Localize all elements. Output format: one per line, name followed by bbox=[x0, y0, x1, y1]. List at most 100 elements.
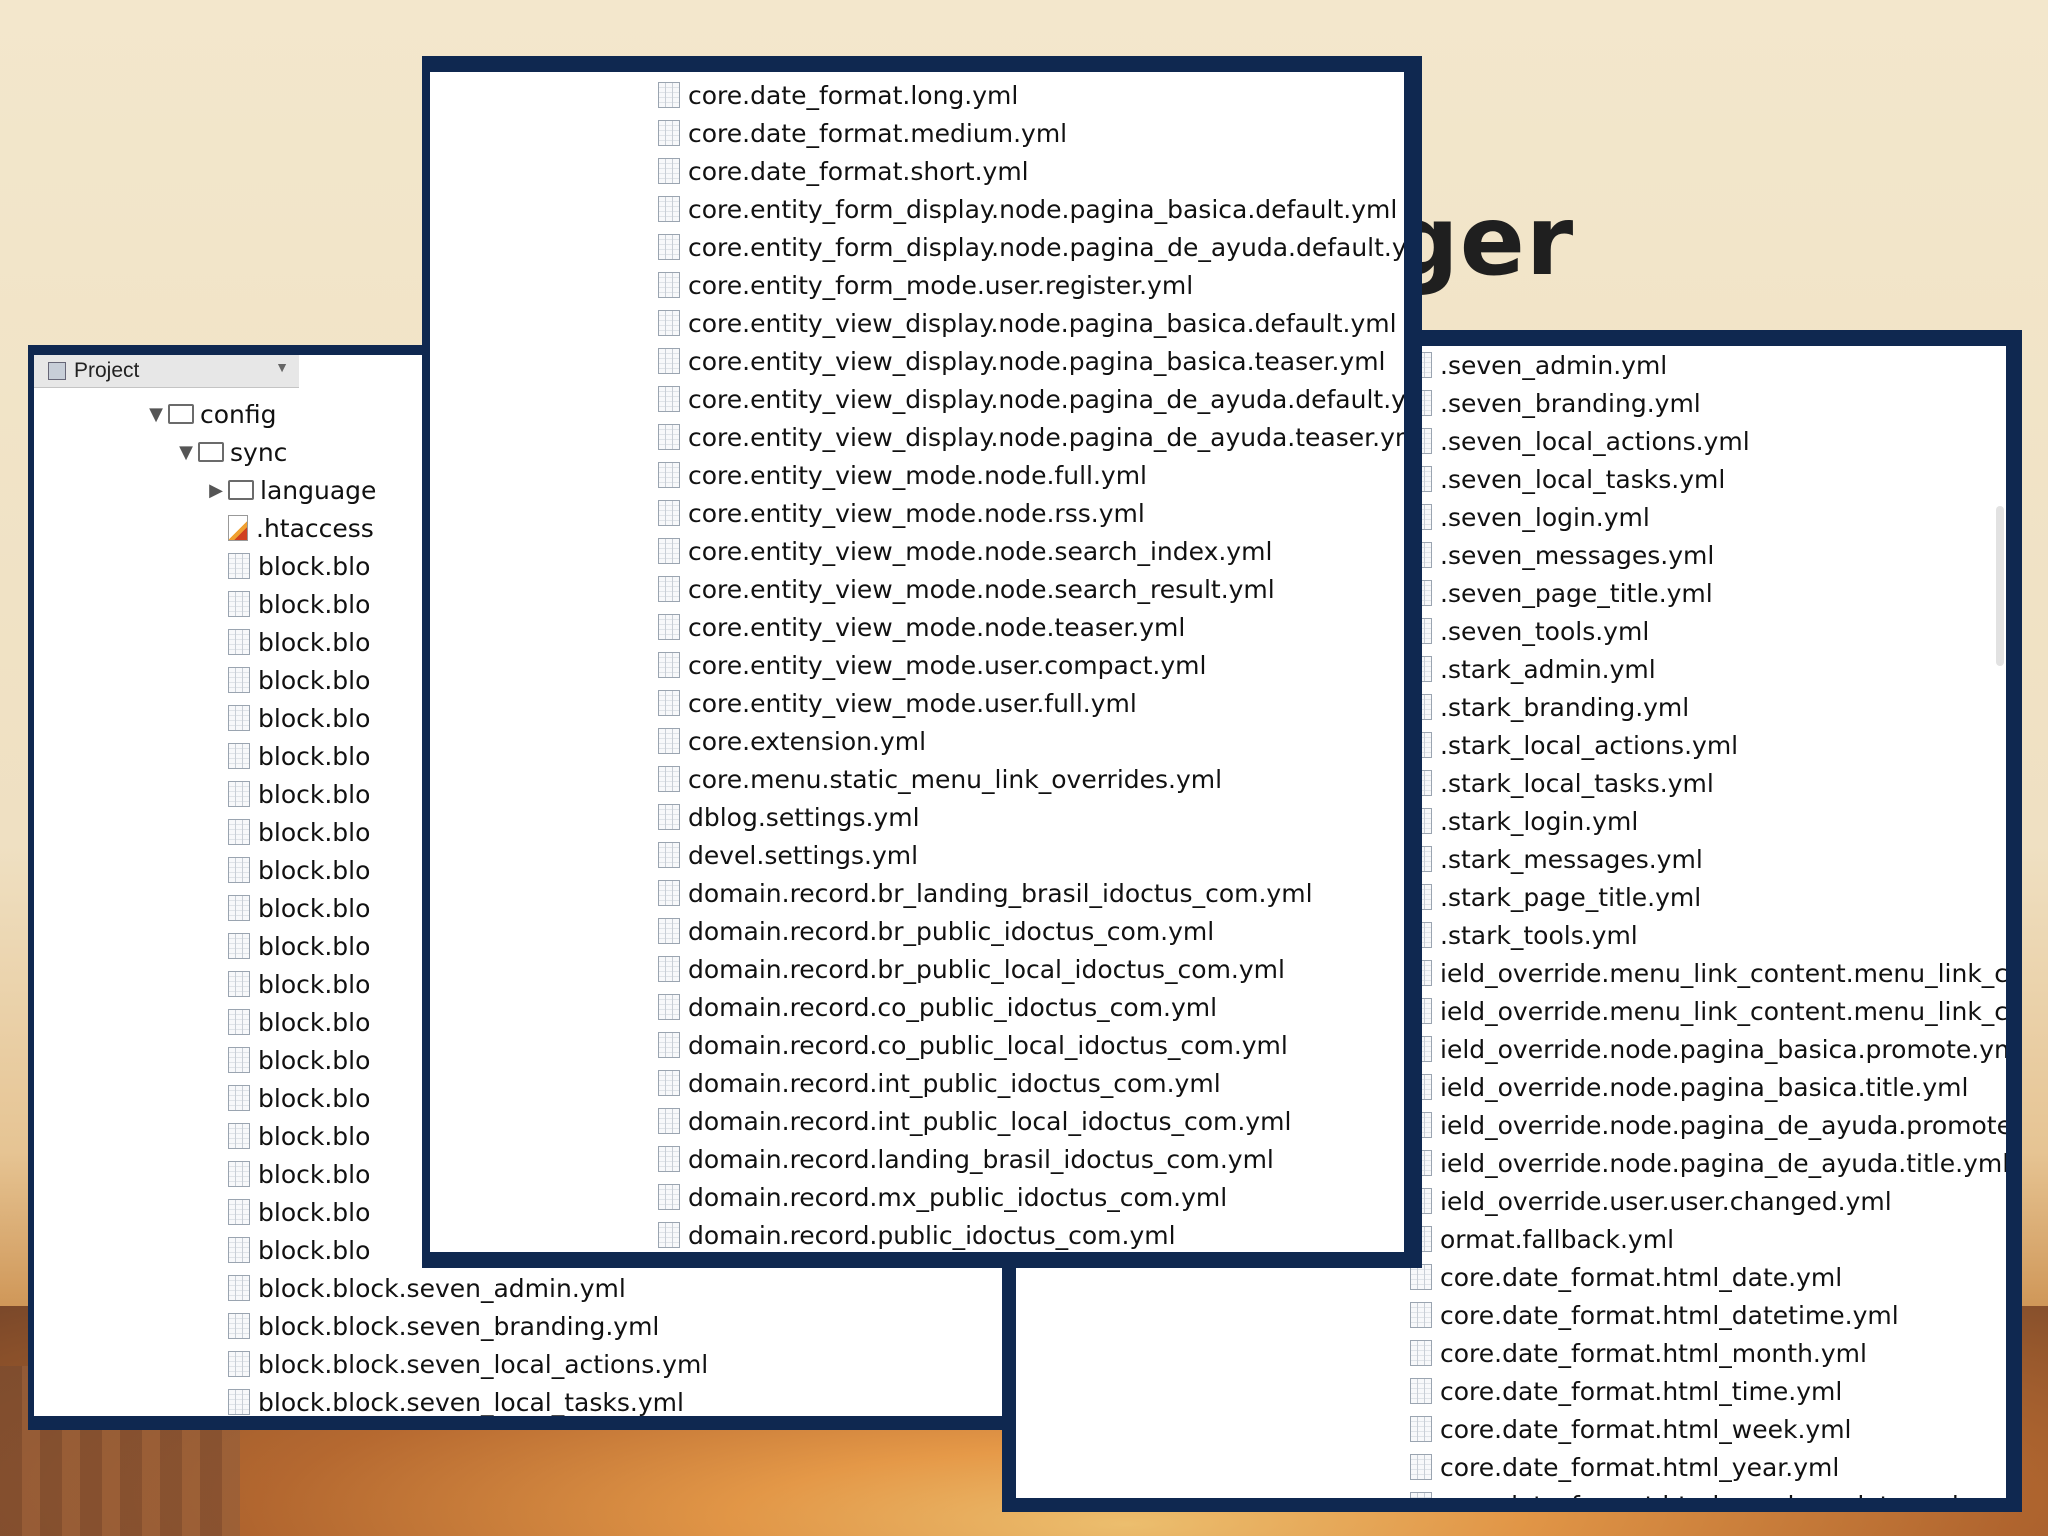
file-item[interactable]: core.date_format.html_week.yml bbox=[1410, 1410, 2006, 1448]
file-item[interactable]: .seven_page_title.yml bbox=[1410, 574, 2006, 612]
file-name: domain.record.co_public_local_idoctus_co… bbox=[688, 1030, 1288, 1060]
file-name: core.entity_view_display.node.pagina_bas… bbox=[688, 308, 1397, 338]
file-item[interactable]: core.entity_view_display.node.pagina_de_… bbox=[658, 380, 1422, 418]
file-item[interactable]: domain.record.int_public_local_idoctus_c… bbox=[658, 1102, 1404, 1140]
file-item[interactable]: core.extension.yml bbox=[658, 722, 1404, 760]
file-item[interactable]: core.entity_view_display.node.pagina_bas… bbox=[658, 342, 1404, 380]
file-name: .seven_local_actions.yml bbox=[1440, 426, 1750, 456]
file-item[interactable]: .stark_messages.yml bbox=[1410, 840, 2006, 878]
file-item[interactable]: ield_override.node.pagina_de_ayuda.title… bbox=[1410, 1144, 2006, 1182]
file-item[interactable]: .seven_local_actions.yml bbox=[1410, 422, 2006, 460]
file-item[interactable]: domain.record.public_idoctus_com.yml bbox=[658, 1216, 1404, 1252]
file-item[interactable]: .stark_tools.yml bbox=[1410, 916, 2006, 954]
file-item[interactable]: .stark_login.yml bbox=[1410, 802, 2006, 840]
file-list-right: .seven_admin.yml .seven_branding.yml .seve… bbox=[1410, 346, 2006, 1498]
file-item[interactable]: core.entity_view_display.node.pagina_de_… bbox=[658, 418, 1404, 456]
folder-icon bbox=[198, 442, 224, 462]
file-name: block.blo bbox=[258, 589, 371, 619]
file-item[interactable]: .stark_page_title.yml bbox=[1410, 878, 2006, 916]
file-item[interactable]: core.entity_form_display.node.pagina_bas… bbox=[658, 190, 1404, 228]
file-item[interactable]: block.block.seven_admin.yml bbox=[34, 1269, 708, 1307]
file-item[interactable]: core.date_format.html_datetime.yml bbox=[1410, 1296, 2006, 1334]
file-item[interactable]: .seven_login.yml bbox=[1410, 498, 2006, 536]
file-item[interactable]: devel.settings.yml bbox=[658, 836, 1404, 874]
file-item[interactable]: core.date_format.short.yml bbox=[658, 152, 1404, 190]
yml-file-icon bbox=[658, 804, 680, 830]
file-item[interactable]: core.entity_form_mode.user.register.yml bbox=[658, 266, 1404, 304]
file-item[interactable]: domain.record.int_public_idoctus_com.yml bbox=[658, 1064, 1404, 1102]
file-item[interactable]: .seven_local_tasks.yml bbox=[1410, 460, 2006, 498]
file-item[interactable]: domain.record.br_public_idoctus_com.yml bbox=[658, 912, 1404, 950]
file-item[interactable]: ield_override.node.pagina_basica.title.y… bbox=[1410, 1068, 2006, 1106]
chevron-down-icon[interactable]: ▼ bbox=[275, 359, 289, 375]
file-item[interactable]: block.block.seven_branding.yml bbox=[34, 1307, 708, 1345]
file-item[interactable]: .stark_branding.yml bbox=[1410, 688, 2006, 726]
file-item[interactable]: core.date_format.long.yml bbox=[658, 76, 1404, 114]
scrollbar-thumb[interactable] bbox=[1996, 506, 2004, 666]
file-item[interactable]: core.entity_view_display.node.pagina_bas… bbox=[658, 304, 1404, 342]
file-item[interactable]: ield_override.menu_link_content.menu_lin… bbox=[1410, 992, 2006, 1030]
yml-file-icon bbox=[1410, 1454, 1432, 1480]
file-item[interactable]: .seven_tools.yml bbox=[1410, 612, 2006, 650]
file-name: core.date_format.html_time.yml bbox=[1440, 1376, 1843, 1406]
file-item[interactable]: block.block.seven_local_actions.yml bbox=[34, 1345, 708, 1383]
file-name: block.blo bbox=[258, 1159, 371, 1189]
project-view-selector[interactable]: Project ▼ bbox=[34, 355, 299, 388]
file-item[interactable]: core.entity_view_mode.node.search_result… bbox=[658, 570, 1404, 608]
file-item[interactable]: domain.record.br_landing_brasil_idoctus_… bbox=[658, 874, 1404, 912]
file-name: .seven_messages.yml bbox=[1440, 540, 1715, 570]
file-item[interactable]: .seven_admin.yml bbox=[1410, 346, 2006, 384]
file-item[interactable]: dblog.settings.yml bbox=[658, 798, 1404, 836]
yml-file-icon bbox=[658, 918, 680, 944]
file-item[interactable]: core.menu.static_menu_link_overrides.yml bbox=[658, 760, 1404, 798]
file-item[interactable]: .stark_local_tasks.yml bbox=[1410, 764, 2006, 802]
file-item[interactable]: core.entity_view_mode.node.search_index.… bbox=[658, 532, 1404, 570]
file-item[interactable]: domain.record.co_public_local_idoctus_co… bbox=[658, 1026, 1404, 1064]
collapsed-arrow-icon[interactable]: ▶ bbox=[204, 480, 228, 501]
file-item[interactable]: core.entity_view_mode.node.teaser.yml bbox=[658, 608, 1404, 646]
file-name: core.entity_view_display.node.pagina_de_… bbox=[688, 384, 1422, 414]
file-item[interactable]: core.entity_view_mode.user.compact.yml bbox=[658, 646, 1404, 684]
file-item[interactable]: core.date_format.html_year.yml bbox=[1410, 1448, 2006, 1486]
yml-file-icon bbox=[658, 1222, 680, 1248]
file-name: core.entity_form_display.node.pagina_bas… bbox=[688, 194, 1398, 224]
file-item[interactable]: ormat.fallback.yml bbox=[1410, 1220, 2006, 1258]
yml-file-icon bbox=[1410, 1492, 1432, 1498]
yml-file-icon bbox=[228, 1199, 250, 1225]
config-file-list-panel-center: core.date_format.long.yml core.date_forma… bbox=[422, 56, 1422, 1268]
file-item[interactable]: core.date_format.html_month.yml bbox=[1410, 1334, 2006, 1372]
file-item[interactable]: ield_override.menu_link_content.menu_lin… bbox=[1410, 954, 2006, 992]
file-item[interactable]: core.entity_view_mode.node.rss.yml bbox=[658, 494, 1404, 532]
yml-file-icon bbox=[228, 667, 250, 693]
yml-file-icon bbox=[1410, 1378, 1432, 1404]
file-item[interactable]: core.entity_view_mode.user.full.yml bbox=[658, 684, 1404, 722]
file-name: core.entity_form_display.node.pagina_de_… bbox=[688, 232, 1422, 262]
file-item[interactable]: domain.record.mx_public_idoctus_com.yml bbox=[658, 1178, 1404, 1216]
yml-file-icon bbox=[228, 1161, 250, 1187]
file-item[interactable]: block.block.seven_local_tasks.yml bbox=[34, 1383, 708, 1416]
file-item[interactable]: domain.record.co_public_idoctus_com.yml bbox=[658, 988, 1404, 1026]
file-name: core.entity_view_mode.node.full.yml bbox=[688, 460, 1147, 490]
expanded-arrow-icon[interactable]: ▼ bbox=[144, 404, 168, 425]
file-item[interactable]: core.date_format.html_date.yml bbox=[1410, 1258, 2006, 1296]
file-item[interactable]: ield_override.user.user.changed.yml bbox=[1410, 1182, 2006, 1220]
file-item[interactable]: core.date_format.html_time.yml bbox=[1410, 1372, 2006, 1410]
file-name: block.blo bbox=[258, 627, 371, 657]
expanded-arrow-icon[interactable]: ▼ bbox=[174, 442, 198, 463]
file-item[interactable]: core.date_format.html_yearless_date.yml bbox=[1410, 1486, 2006, 1498]
file-item[interactable]: .stark_local_actions.yml bbox=[1410, 726, 2006, 764]
yml-file-icon bbox=[228, 591, 250, 617]
file-item[interactable]: .seven_messages.yml bbox=[1410, 536, 2006, 574]
file-item[interactable]: domain.record.landing_brasil_idoctus_com… bbox=[658, 1140, 1404, 1178]
file-item[interactable]: .stark_admin.yml bbox=[1410, 650, 2006, 688]
file-item[interactable]: .seven_branding.yml bbox=[1410, 384, 2006, 422]
project-view-label: Project bbox=[74, 359, 140, 382]
file-item[interactable]: ield_override.node.pagina_de_ayuda.promo… bbox=[1410, 1106, 2006, 1144]
file-item[interactable]: ield_override.node.pagina_basica.promote… bbox=[1410, 1030, 2006, 1068]
file-name: domain.record.public_idoctus_com.yml bbox=[688, 1220, 1176, 1250]
file-name: language bbox=[260, 475, 377, 505]
file-item[interactable]: core.entity_view_mode.node.full.yml bbox=[658, 456, 1404, 494]
file-item[interactable]: core.entity_form_display.node.pagina_de_… bbox=[658, 228, 1422, 266]
file-item[interactable]: domain.record.br_public_local_idoctus_co… bbox=[658, 950, 1404, 988]
file-item[interactable]: core.date_format.medium.yml bbox=[658, 114, 1404, 152]
